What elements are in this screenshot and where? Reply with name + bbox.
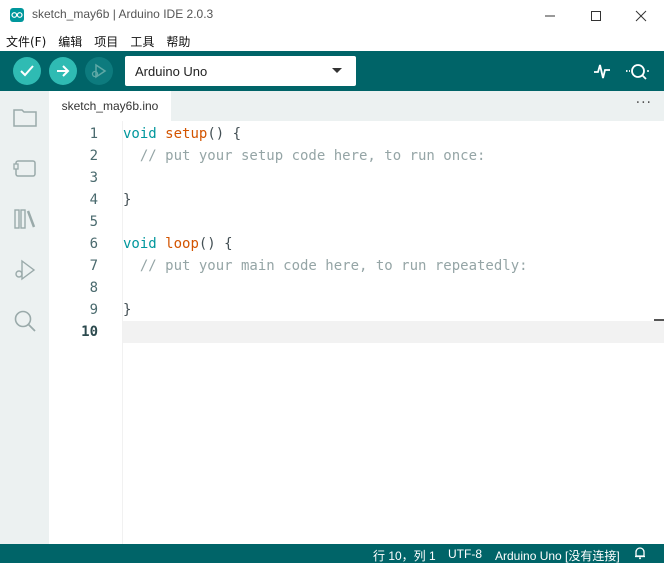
line-number: 8 (89, 280, 98, 296)
line-number: 10 (81, 324, 98, 340)
menu-sketch[interactable]: 项目 (94, 33, 118, 50)
maximize-button[interactable] (573, 0, 619, 31)
more-actions-button[interactable]: ··· (636, 95, 652, 111)
library-icon (14, 209, 36, 229)
code-token: loop (165, 236, 199, 252)
search-button[interactable] (11, 307, 39, 335)
line-number: 5 (89, 214, 98, 230)
line-number: 7 (89, 258, 98, 274)
upload-button[interactable] (49, 57, 77, 85)
cursor-position[interactable]: 行 10，列 1 (373, 547, 436, 563)
code-editor[interactable] (122, 121, 664, 544)
code-line: // put your setup code here, to run once… (123, 145, 486, 167)
title-bar: sketch_may6b | Arduino IDE 2.0.3 (0, 0, 664, 31)
code-token: () { (207, 126, 242, 142)
folder-icon (13, 109, 37, 127)
serial-plotter-button[interactable] (590, 60, 614, 82)
minimize-button[interactable] (527, 0, 573, 31)
boards-manager-button[interactable] (11, 154, 39, 182)
plotter-icon (594, 64, 610, 79)
code-token: setup (165, 126, 208, 142)
line-number: 3 (89, 170, 98, 186)
line-number: 2 (89, 148, 98, 164)
code-token: void (123, 126, 157, 142)
code-token: // put your main code here, to run repea… (139, 258, 528, 274)
menu-help[interactable]: 帮助 (166, 33, 190, 50)
verify-button[interactable] (13, 57, 41, 85)
serial-monitor-button[interactable] (624, 60, 652, 82)
debugger-panel-button[interactable] (11, 256, 39, 284)
line-number: 6 (89, 236, 98, 252)
code-token: () { (198, 236, 233, 252)
line-number: 4 (89, 192, 98, 208)
editor-tab-bar: sketch_may6b.ino ··· (49, 91, 664, 121)
notifications-button[interactable] (633, 546, 647, 563)
tab-sketch-file[interactable]: sketch_may6b.ino (49, 91, 171, 121)
debug-icon (91, 63, 107, 79)
menu-file[interactable]: 文件(F) (6, 33, 46, 50)
line-number: 1 (89, 126, 98, 142)
current-line-highlight (123, 321, 664, 343)
chevron-down-icon (332, 68, 342, 73)
window-title: sketch_may6b | Arduino IDE 2.0.3 (32, 7, 214, 21)
menu-tools[interactable]: 工具 (130, 33, 154, 50)
board-icon (13, 160, 36, 177)
arduino-logo-icon (10, 8, 24, 22)
scrollbar-marker[interactable] (654, 319, 664, 321)
menu-bar: 文件(F) 编辑 项目 工具 帮助 (0, 31, 664, 51)
debug-button[interactable] (85, 57, 113, 85)
code-line: } (123, 189, 131, 211)
library-manager-button[interactable] (11, 205, 39, 233)
toolbar: Arduino Uno (0, 51, 664, 91)
code-token: } (123, 302, 132, 318)
code-token: } (123, 192, 132, 208)
check-icon (20, 65, 34, 77)
debug-icon (15, 259, 36, 281)
line-number: 9 (89, 302, 98, 318)
search-icon (14, 310, 36, 332)
serial-monitor-icon (626, 64, 649, 80)
code-line: } (123, 299, 131, 321)
code-token: // put your setup code here, to run once… (139, 148, 486, 164)
activity-sidebar (0, 91, 49, 544)
code-token: void (123, 236, 157, 252)
bell-icon (635, 547, 645, 560)
arrow-right-icon (57, 65, 70, 77)
close-button[interactable] (618, 0, 664, 31)
file-encoding[interactable]: UTF-8 (448, 547, 482, 561)
board-selector-label: Arduino Uno (135, 63, 208, 79)
code-line: void loop() { (123, 233, 233, 255)
code-line: void setup() { (123, 123, 241, 145)
menu-edit[interactable]: 编辑 (58, 33, 82, 50)
board-selector[interactable]: Arduino Uno (125, 56, 356, 86)
sketchbook-button[interactable] (11, 103, 39, 131)
status-bar: 行 10，列 1 UTF-8 Arduino Uno [没有连接] (0, 544, 664, 563)
code-line: // put your main code here, to run repea… (123, 255, 528, 277)
board-status[interactable]: Arduino Uno [没有连接] (495, 547, 620, 563)
